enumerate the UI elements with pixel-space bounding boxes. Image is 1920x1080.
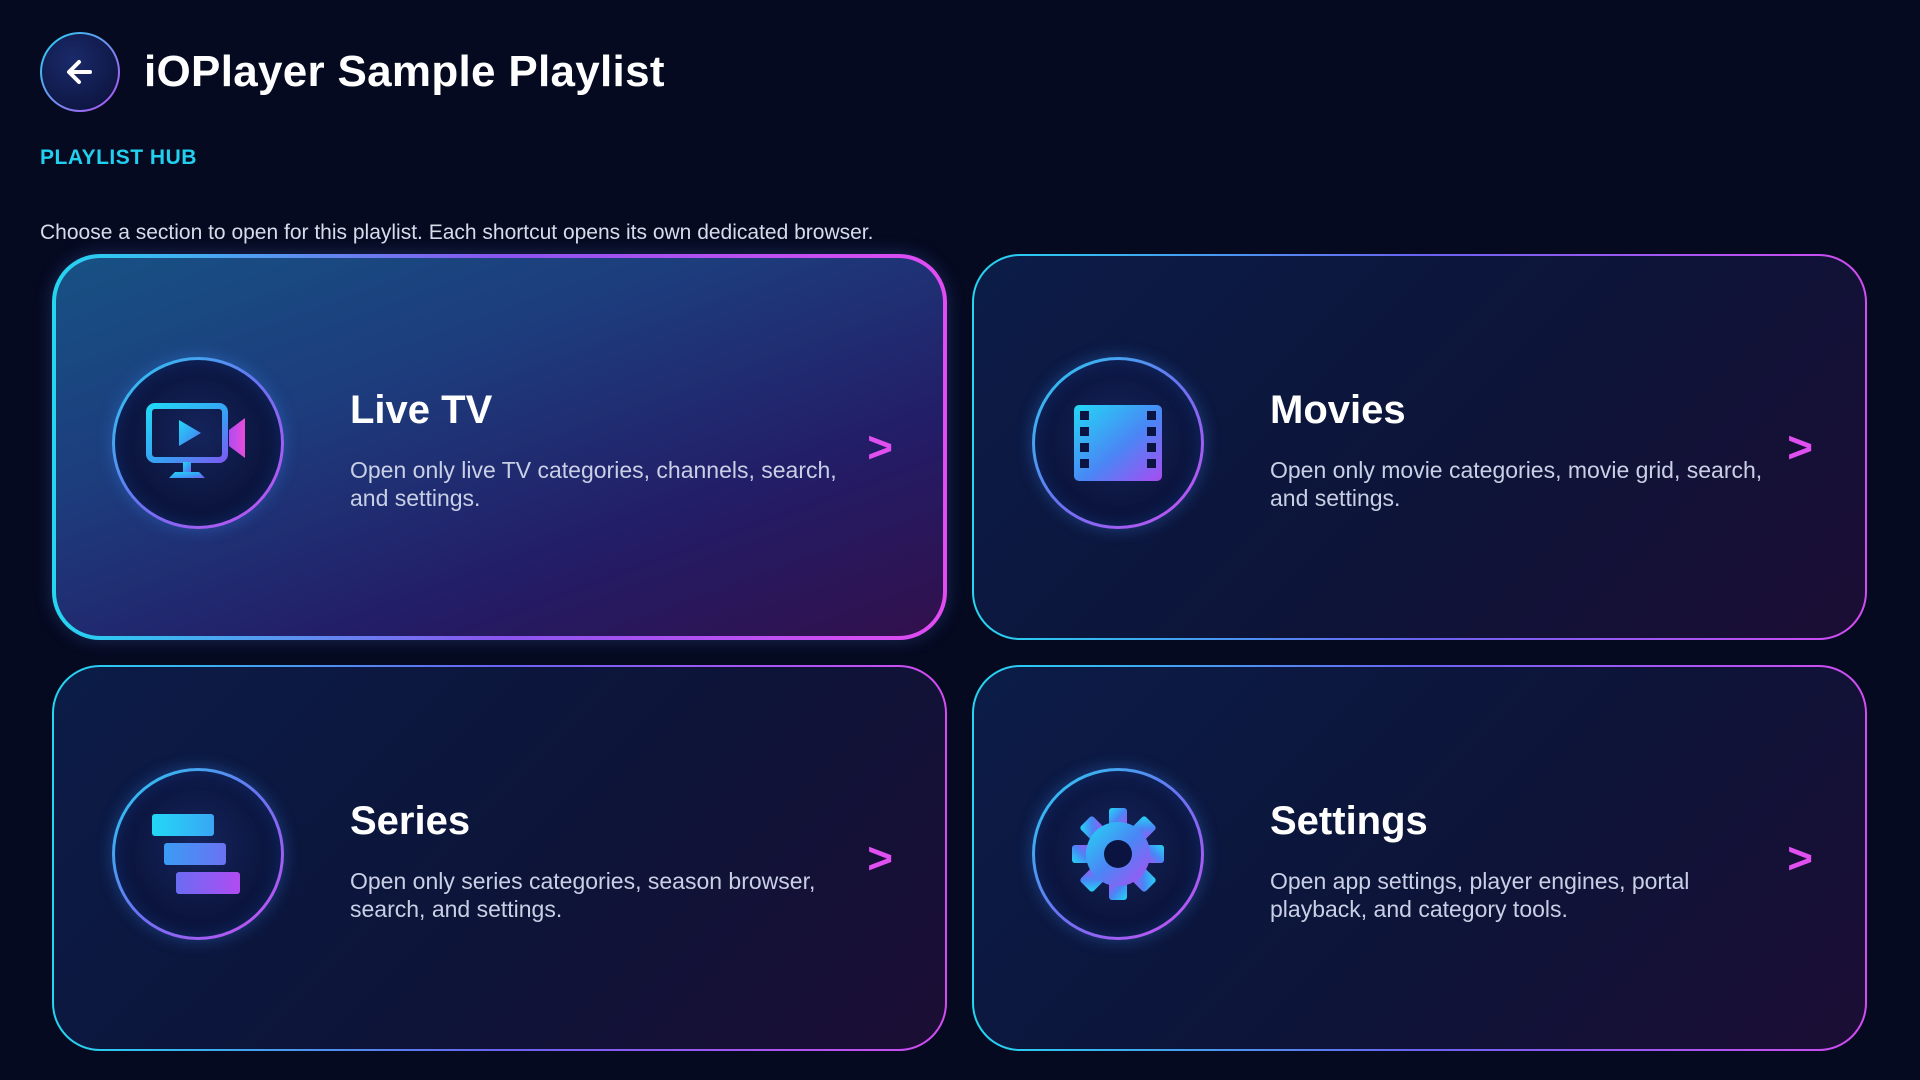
live-tv-card[interactable]: Live TV Open only live TV categories, ch… [52,254,947,640]
settings-icon-badge [1032,768,1204,940]
page-title: iOPlayer Sample Playlist [144,47,665,96]
card-description: Open only live TV categories, channels, … [350,457,837,511]
movies-icon-badge [1032,357,1204,529]
film-strip-icon [1074,405,1162,481]
settings-card[interactable]: Settings Open app settings, player engin… [972,665,1867,1051]
chevron-right-icon: > [1787,834,1813,883]
stacked-bars-icon [152,814,240,894]
card-title: Live TV [350,388,493,432]
movies-card[interactable]: Movies Open only movie categories, movie… [972,254,1867,640]
chevron-right-icon: > [867,423,893,472]
card-title: Series [350,799,471,843]
back-button[interactable] [40,32,120,112]
card-title: Settings [1270,799,1428,843]
card-title: Movies [1270,388,1406,432]
section-label: PLAYLIST HUB [40,146,197,169]
chevron-right-icon: > [867,834,893,883]
chevron-right-icon: > [1787,423,1813,472]
page-subtitle: Choose a section to open for this playli… [40,221,874,244]
series-icon-badge [112,768,284,940]
gear-icon [1072,808,1164,900]
playlist-hub-page: iOPlayer Sample Playlist PLAYLIST HUB Ch… [0,0,1920,1080]
header: iOPlayer Sample Playlist [40,32,665,112]
series-card[interactable]: Series Open only series categories, seas… [52,665,947,1051]
live-tv-icon-badge [112,357,284,529]
tv-camera-icon [146,403,245,478]
card-description: Open only series categories, season brow… [350,868,816,922]
card-description: Open only movie categories, movie grid, … [1270,457,1763,511]
arrow-left-icon [67,60,92,84]
card-description: Open app settings, player engines, porta… [1270,868,1690,922]
